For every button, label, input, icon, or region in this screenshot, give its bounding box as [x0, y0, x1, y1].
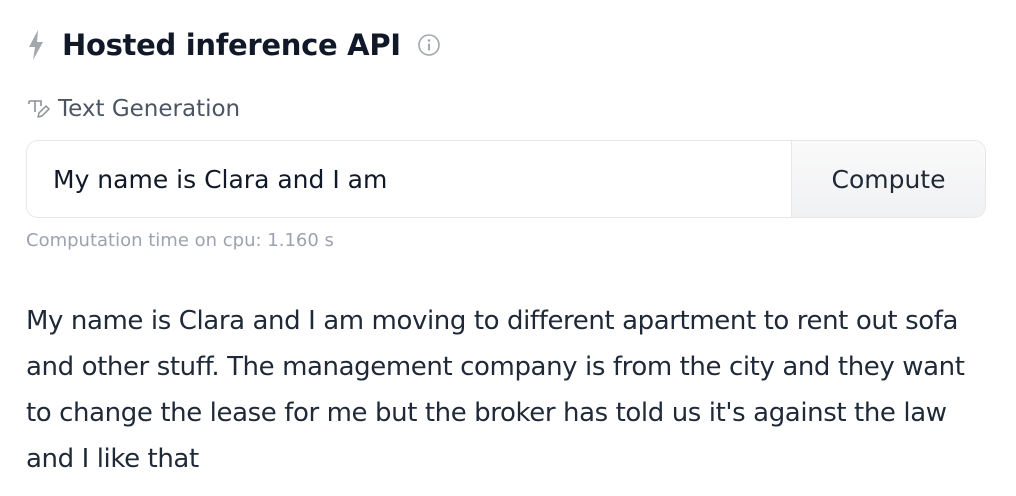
text-generation-icon [26, 96, 52, 122]
lightning-bolt-icon [26, 29, 46, 61]
generated-output: My name is Clara and I am moving to diff… [26, 306, 965, 474]
prompt-form: Compute [26, 140, 986, 218]
widget-header: Hosted inference API [26, 24, 441, 66]
task-type: Text Generation [26, 93, 240, 125]
task-label: Text Generation [58, 96, 241, 122]
widget-title: Hosted inference API [62, 28, 401, 62]
computation-time: Computation time on cpu: 1.160 s [26, 230, 334, 251]
info-icon[interactable] [417, 33, 441, 57]
prompt-input[interactable] [27, 141, 791, 217]
compute-button[interactable]: Compute [791, 141, 985, 217]
